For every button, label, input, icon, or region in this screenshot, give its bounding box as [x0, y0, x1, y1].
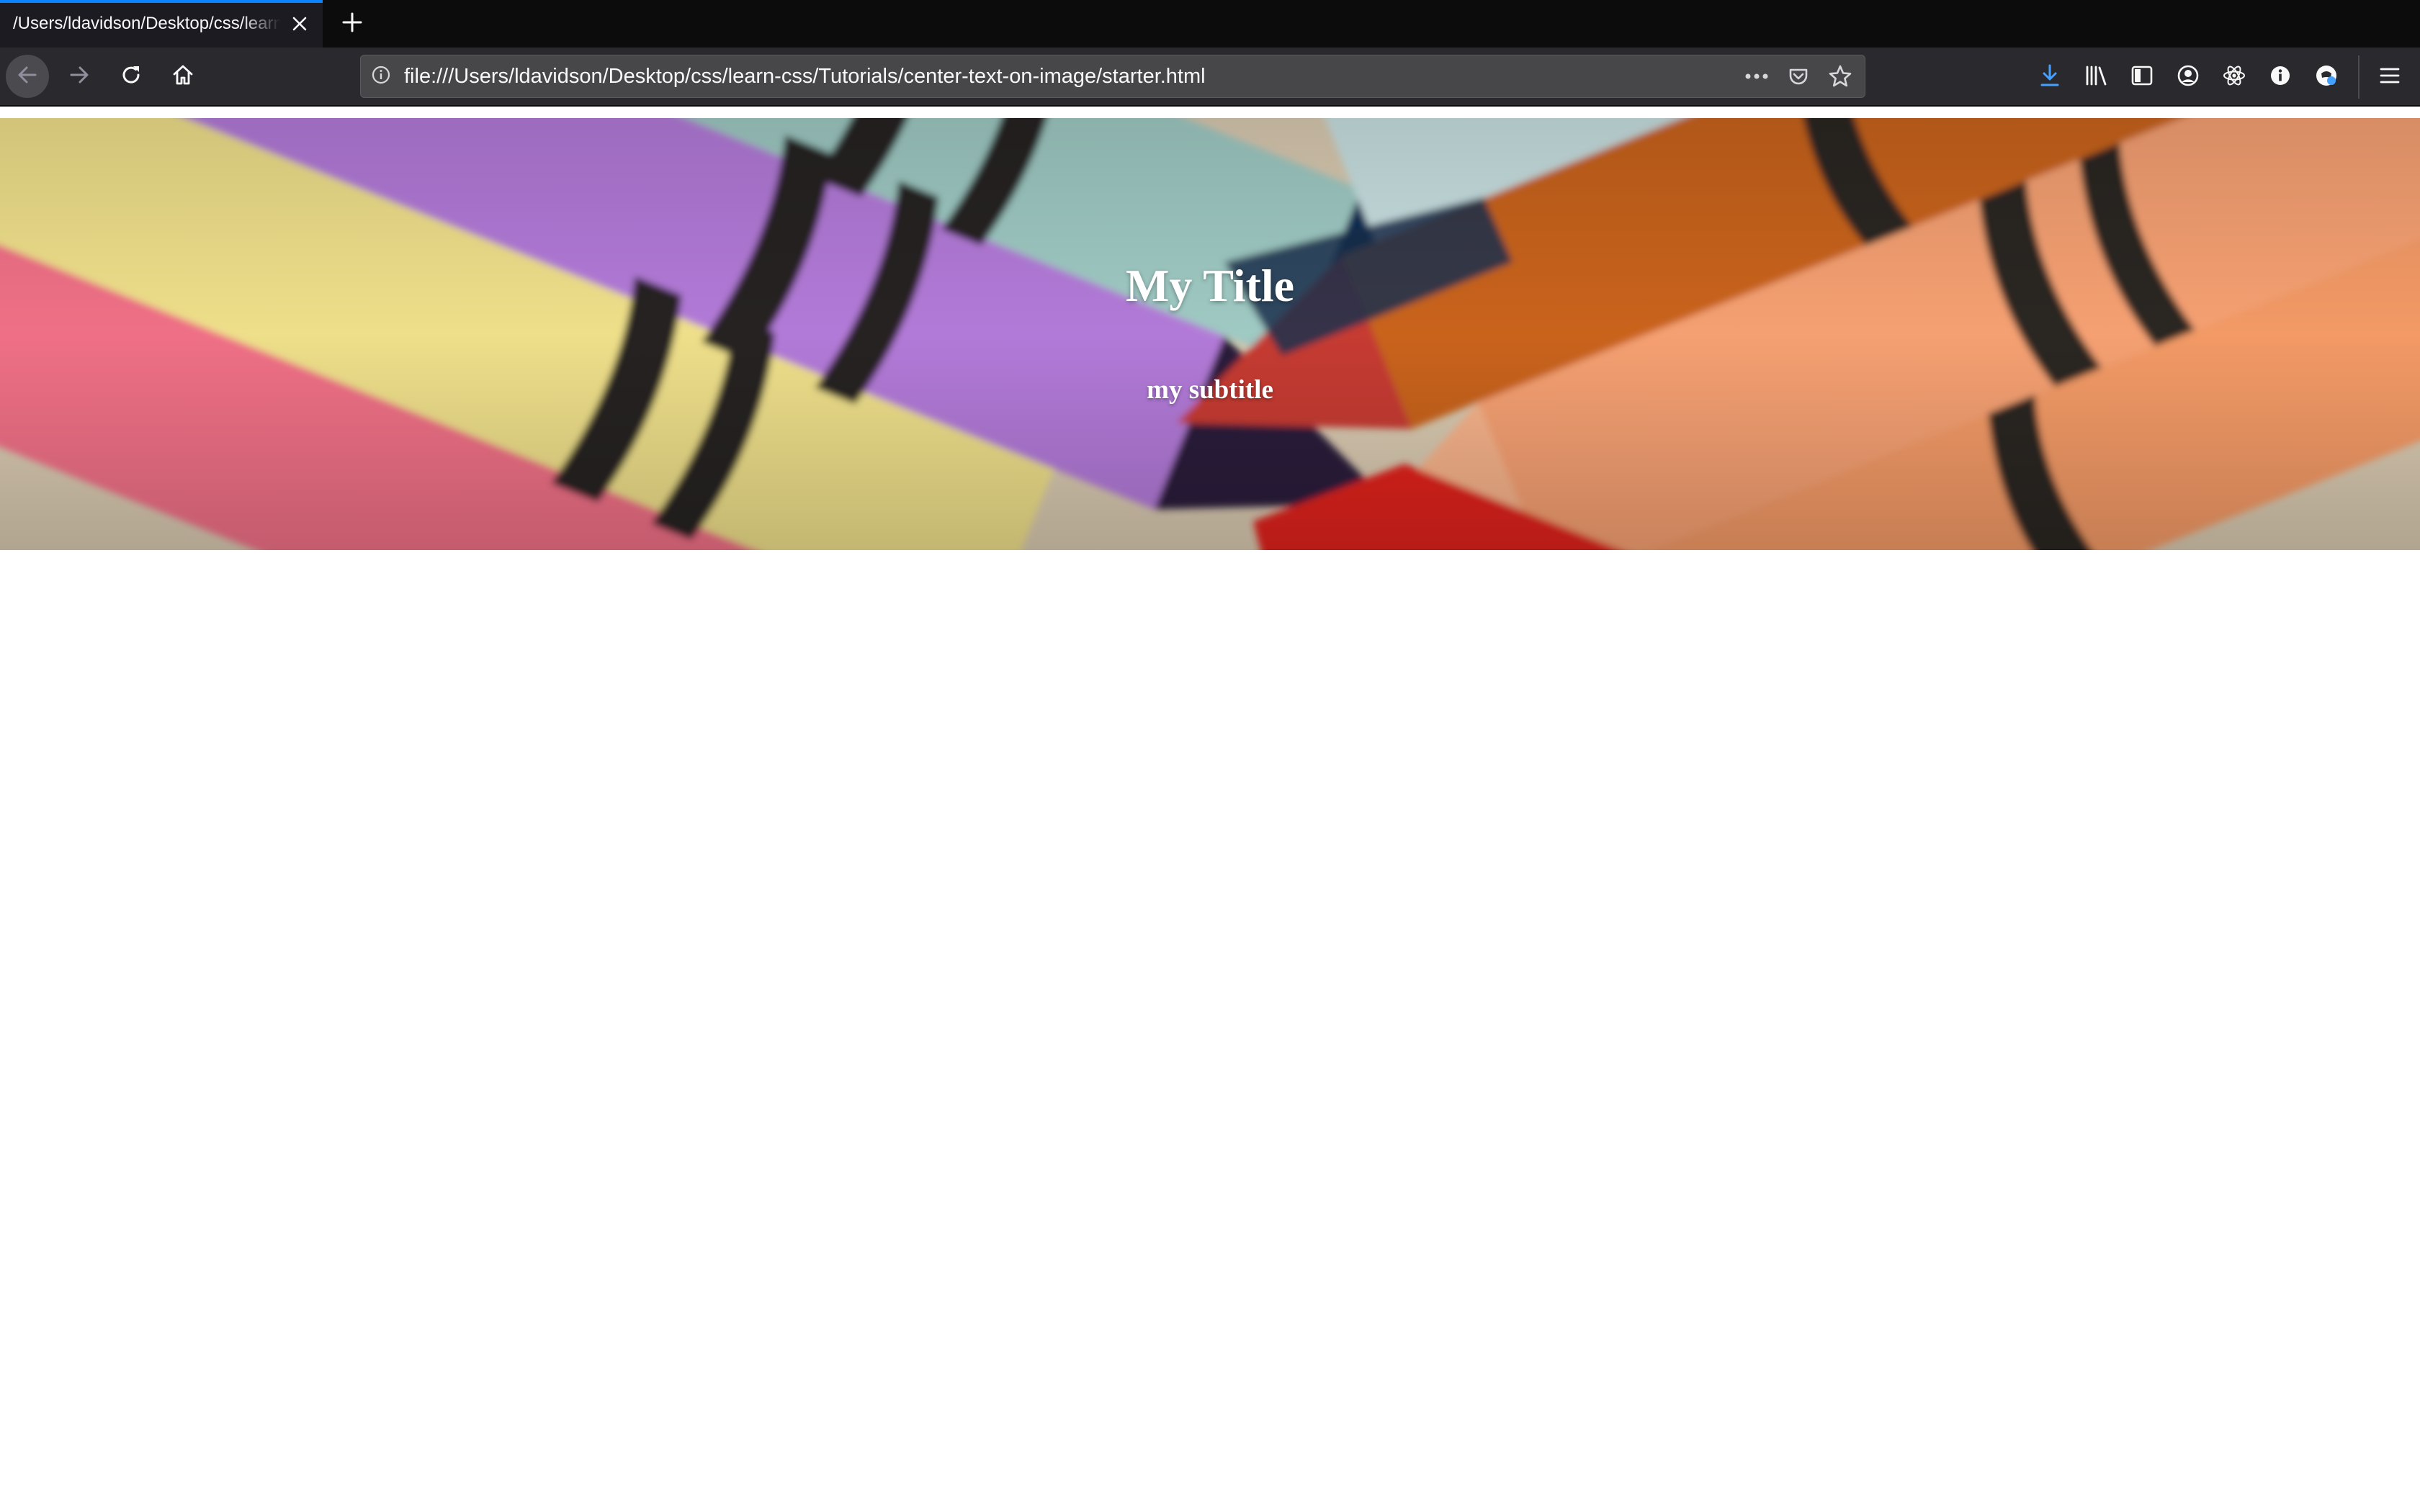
account-icon [2177, 64, 2200, 91]
hero-subtitle: my subtitle [1147, 375, 1273, 405]
url-text[interactable]: file:///Users/ldavidson/Desktop/css/lear… [404, 65, 1742, 89]
download-icon [2038, 63, 2061, 91]
browser-tab-active[interactable]: /Users/ldavidson/Desktop/css/learn-css/T… [0, 0, 323, 48]
react-icon [2222, 63, 2246, 91]
reload-button[interactable] [109, 55, 153, 98]
account-button[interactable] [2165, 54, 2211, 100]
page-content: My Title my subtitle [0, 108, 2420, 1512]
back-button[interactable] [6, 55, 49, 98]
more-dots-icon[interactable] [1742, 62, 1771, 91]
react-devtools-button[interactable] [2211, 54, 2257, 100]
info-icon[interactable] [371, 65, 391, 89]
library-button[interactable] [2073, 54, 2119, 100]
hero-title: My Title [1125, 260, 1295, 311]
home-icon [171, 63, 194, 90]
home-button[interactable] [161, 55, 205, 98]
plus-icon [341, 12, 363, 37]
toolbar-actions [2027, 48, 2420, 107]
arrow-right-icon [68, 63, 91, 90]
tab-strip: /Users/ldavidson/Desktop/css/learn-css/T… [0, 0, 2420, 48]
info-circle-icon [2269, 65, 2291, 90]
extension-info-button[interactable] [2257, 54, 2303, 100]
hamburger-menu-icon [2379, 66, 2401, 89]
forward-button[interactable] [58, 55, 101, 98]
toolbar-separator [2358, 55, 2360, 99]
sidebar-button[interactable] [2119, 54, 2165, 100]
downloads-button[interactable] [2027, 54, 2073, 100]
url-bar[interactable]: file:///Users/ldavidson/Desktop/css/lear… [360, 55, 1865, 98]
menu-button[interactable] [2367, 54, 2413, 100]
library-icon [2084, 64, 2108, 91]
pocket-icon[interactable] [1784, 62, 1813, 91]
hero-section: My Title my subtitle [0, 118, 2420, 550]
arrow-left-icon [16, 63, 39, 90]
star-icon[interactable] [1826, 62, 1855, 91]
tab-title: /Users/ldavidson/Desktop/css/learn-css/T… [13, 14, 281, 33]
new-tab-button[interactable] [328, 0, 376, 48]
reload-icon [120, 63, 143, 90]
hero-text-overlay: My Title my subtitle [0, 118, 2420, 550]
mask-icon [2314, 63, 2339, 91]
sidebar-icon [2130, 65, 2154, 90]
close-icon[interactable] [287, 11, 313, 37]
extension-mask-button[interactable] [2303, 54, 2349, 100]
navigation-toolbar: file:///Users/ldavidson/Desktop/css/lear… [0, 48, 2420, 107]
